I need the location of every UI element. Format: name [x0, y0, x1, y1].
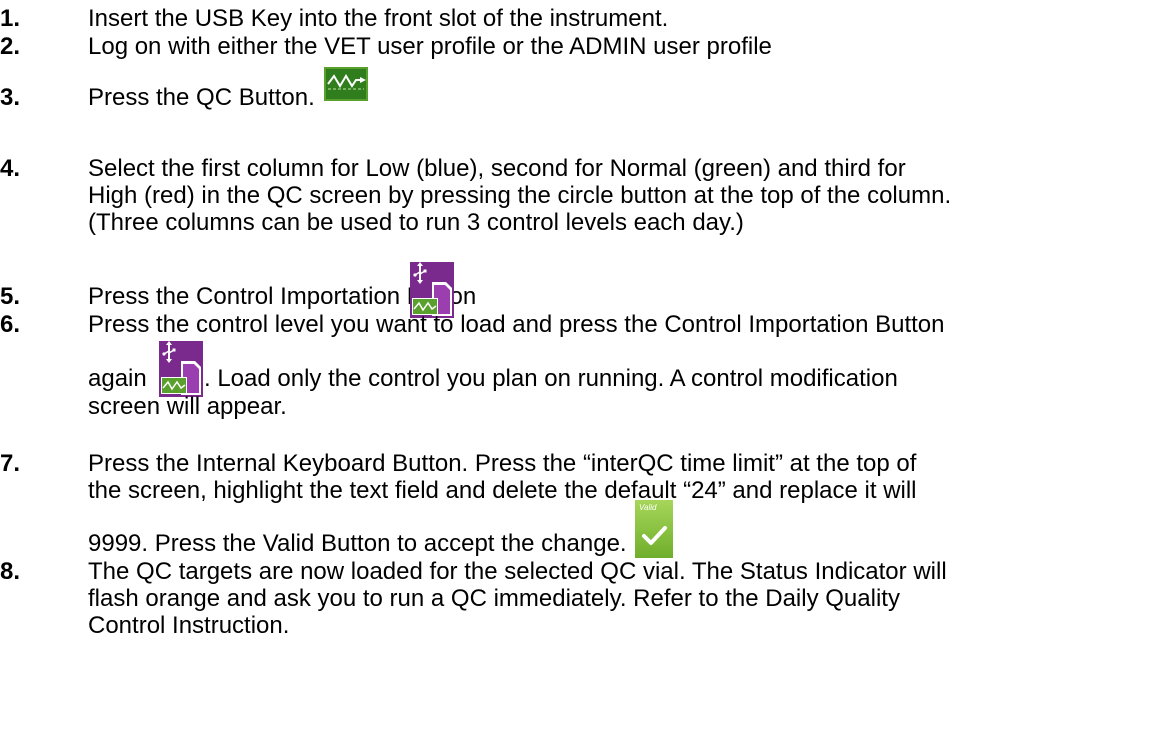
step-2-number: 2.: [0, 33, 21, 60]
step-6-text-line-2b: . Load only the control you plan on runn…: [204, 365, 898, 392]
step-3-text: Press the QC Button.: [88, 84, 315, 111]
step-4-text-line-3: (Three columns can be used to run 3 cont…: [88, 209, 744, 236]
valid-check-icon: Valid: [635, 500, 673, 558]
valid-icon-label: Valid: [639, 503, 657, 512]
step-7-text-line-1: Press the Internal Keyboard Button. Pres…: [88, 450, 917, 477]
step-8-number: 8.: [0, 558, 21, 585]
step-1-number: 1.: [0, 5, 21, 32]
step-3-number: 3.: [0, 84, 21, 111]
step-6-text-line-2a: again: [88, 365, 147, 392]
qc-chart-icon: [324, 67, 368, 101]
step-6-number: 6.: [0, 311, 21, 338]
control-importation-icon: [410, 262, 454, 318]
step-1-text: Insert the USB Key into the front slot o…: [88, 5, 669, 32]
step-4-number: 4.: [0, 155, 21, 182]
step-4-text-line-2: High (red) in the QC screen by pressing …: [88, 182, 952, 209]
step-6-text-line-1: Press the control level you want to load…: [88, 311, 945, 338]
step-2-text: Log on with either the VET user profile …: [88, 33, 772, 60]
control-importation-icon: [159, 341, 203, 397]
step-7-number: 7.: [0, 450, 21, 477]
step-7-text-line-2: the screen, highlight the text field and…: [88, 477, 917, 504]
step-8-text-line-3: Control Instruction.: [88, 612, 290, 639]
step-7-text-line-3: 9999. Press the Valid Button to accept t…: [88, 530, 627, 557]
step-8-text-line-1: The QC targets are now loaded for the se…: [88, 558, 947, 585]
step-5-number: 5.: [0, 283, 21, 310]
step-8-text-line-2: flash orange and ask you to run a QC imm…: [88, 585, 900, 612]
step-6-text-line-3: screen will appear.: [88, 393, 287, 420]
step-4-text-line-1: Select the first column for Low (blue), …: [88, 155, 906, 182]
